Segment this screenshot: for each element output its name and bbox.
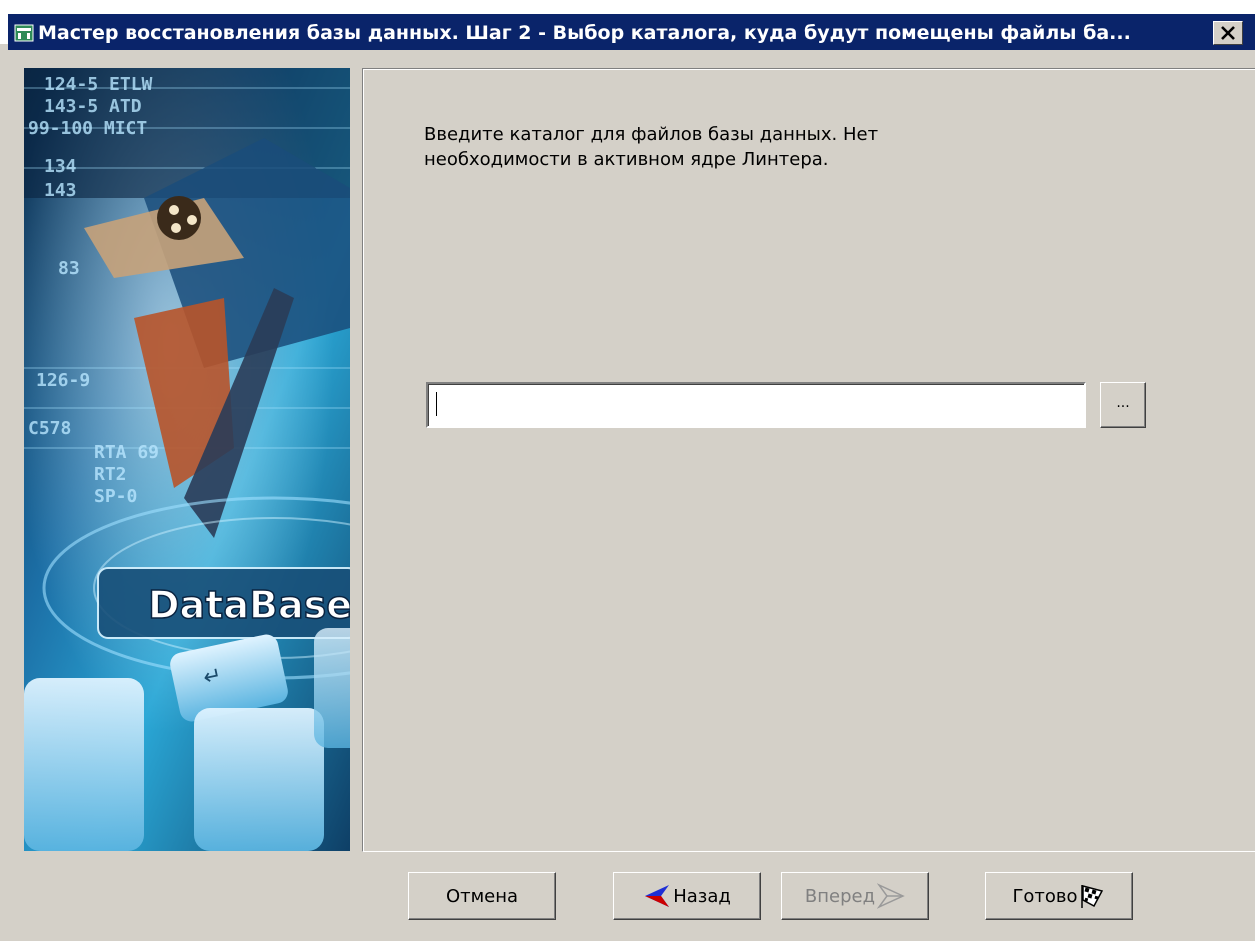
cancel-button-label: Отмена xyxy=(445,885,519,907)
forward-arrow-icon xyxy=(877,883,905,909)
database-logo-text: DataBase xyxy=(148,583,350,627)
ticker-line: 143-5 ATD xyxy=(44,96,142,117)
ticker-line: 99-100 MICT xyxy=(28,118,147,139)
back-button[interactable]: Назад xyxy=(613,872,761,920)
finish-button[interactable]: Готово xyxy=(985,872,1133,920)
ticker-line: 124-5 ETLW xyxy=(44,74,153,95)
ticker-line: C578 xyxy=(28,418,71,439)
ticker-line: 126-9 xyxy=(36,370,90,391)
wizard-window: Мастер восстановления базы данных. Шаг 2… xyxy=(0,0,1255,941)
ticker-line: 143 xyxy=(44,180,77,201)
ticker-line: 134 xyxy=(44,156,77,177)
ticker-line: RT2 xyxy=(94,464,127,485)
app-icon xyxy=(14,24,34,42)
ticker-line: RTA 69 xyxy=(94,442,159,463)
finish-button-label: Готово xyxy=(1012,885,1078,907)
text-cursor xyxy=(436,392,437,416)
close-button[interactable] xyxy=(1213,21,1243,45)
dialog-body: DataBase ↵ 124-5 ETLW 143-5 ATD 99-100 M… xyxy=(8,50,1255,941)
back-arrow-icon xyxy=(645,885,670,907)
instruction-text: Введите каталог для файлов базы данных. … xyxy=(424,122,1044,172)
ticker-line: SP-0 xyxy=(94,486,137,507)
next-button-label: Вперед xyxy=(804,885,876,907)
next-button[interactable]: Вперед xyxy=(781,872,929,920)
window-title: Мастер восстановления базы данных. Шаг 2… xyxy=(38,22,1131,44)
content-panel-inner: Введите каталог для файлов базы данных. … xyxy=(363,69,1255,851)
ticker-line: 83 xyxy=(58,258,80,279)
browse-button[interactable]: ... xyxy=(1100,382,1146,428)
close-icon xyxy=(1221,26,1235,40)
content-panel: Введите каталог для файлов базы данных. … xyxy=(362,68,1255,852)
back-button-label: Назад xyxy=(673,885,731,907)
wizard-side-image: DataBase ↵ 124-5 ETLW 143-5 ATD 99-100 M… xyxy=(24,68,350,851)
instruction-line-2: необходимости в активном ядре Линтера. xyxy=(424,149,829,170)
instruction-line-1: Введите каталог для файлов базы данных. … xyxy=(424,124,879,145)
directory-path-input[interactable] xyxy=(426,382,1086,428)
checkered-flag-icon xyxy=(1080,885,1103,908)
cancel-button[interactable]: Отмена xyxy=(408,872,556,920)
database-banner-image: DataBase ↵ 124-5 ETLW 143-5 ATD 99-100 M… xyxy=(24,68,350,851)
